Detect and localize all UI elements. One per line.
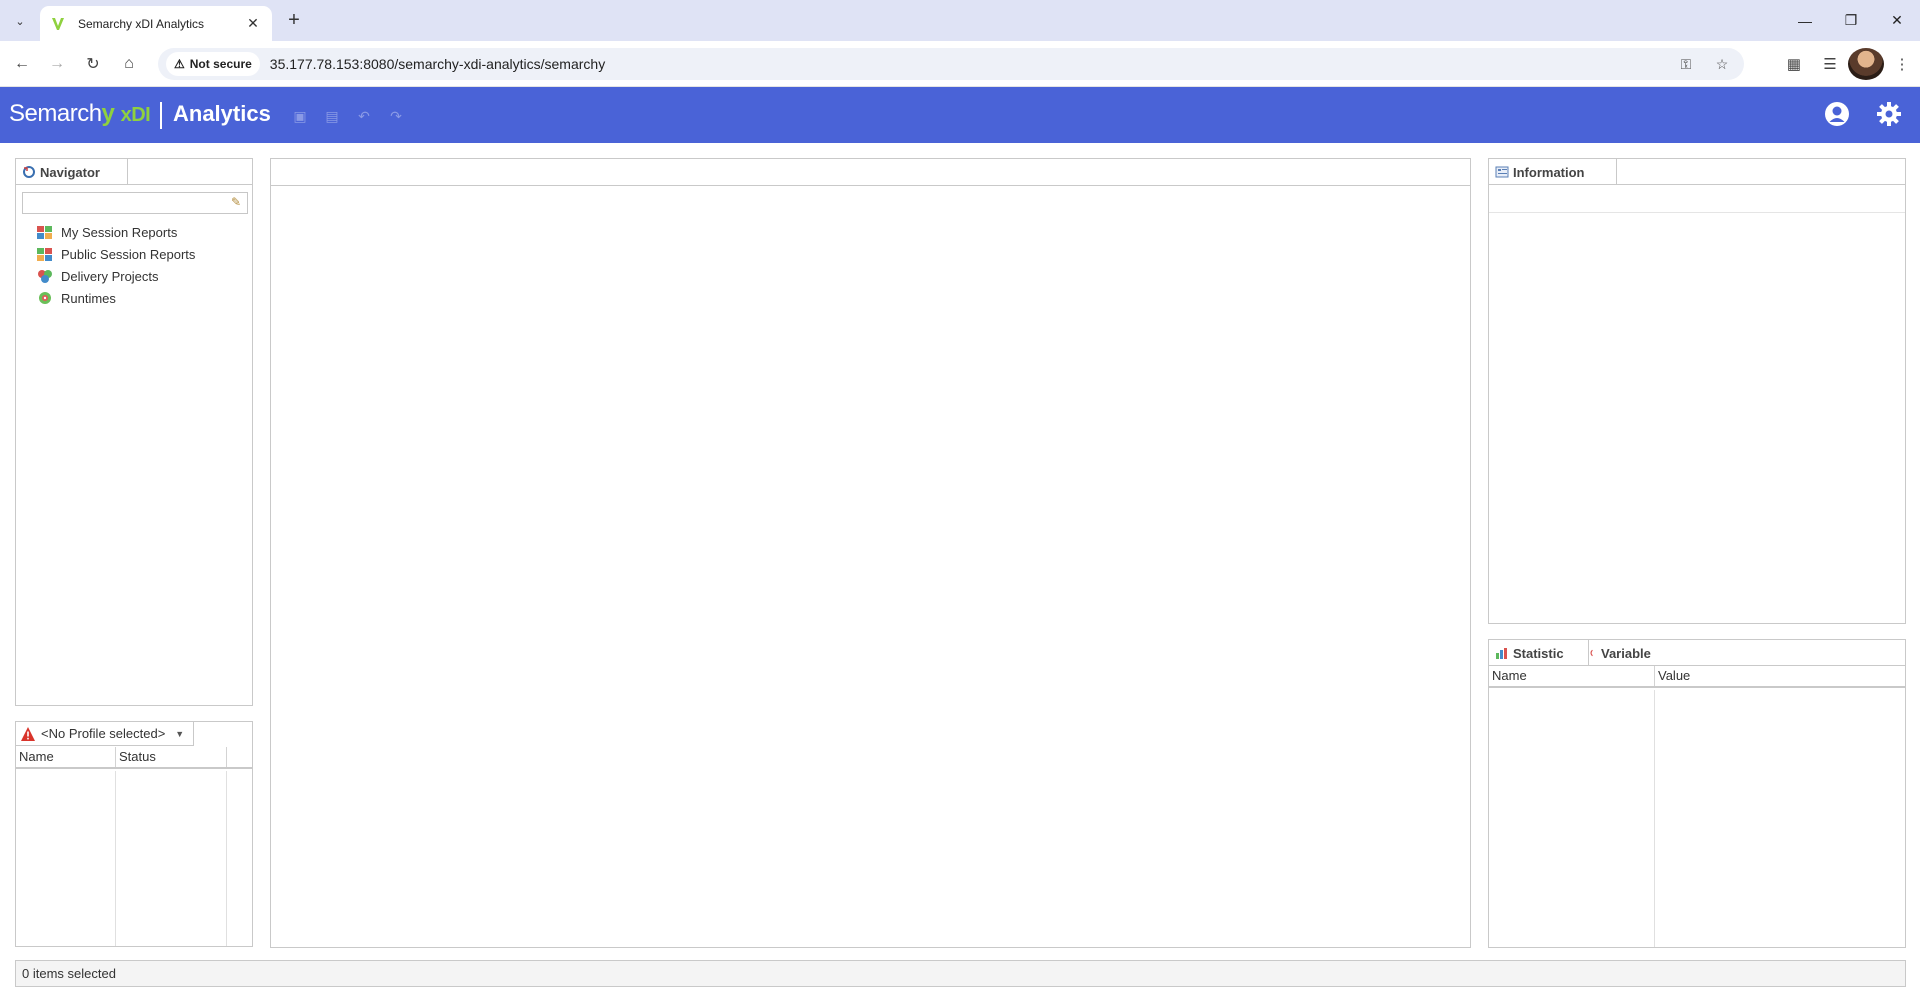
profile-selected-value: <No Profile selected> [41,726,166,741]
tree-item-my-session-reports[interactable]: My Session Reports [36,221,195,243]
back-arrow-icon[interactable]: ← [10,52,34,76]
browser-right-icons: ▦ ☰ ⋮ [1776,48,1920,80]
tab-navigator[interactable]: Navigator [16,159,128,185]
variable-icon [1590,649,1593,657]
app-header: Semarchy xDI Analytics ▣ ▤ ↶ ↷ [0,87,1920,143]
navigator-panel: Navigator ✎ My Session Reports Public Se… [15,158,253,706]
tree-item-label: Public Session Reports [61,246,196,262]
tab-list-chevron-icon[interactable]: ⌄ [9,10,31,32]
browser-menu-icon[interactable]: ⋮ [1884,48,1920,80]
statistic-grid-header: Name Value [1489,666,1905,688]
tab-variable[interactable]: Variable [1589,640,1669,666]
tree-item-delivery-projects[interactable]: Delivery Projects [36,265,195,287]
navigator-search-input[interactable]: ✎ [22,192,248,214]
security-label: Not secure [189,57,252,71]
tab-information[interactable]: Information [1489,159,1617,185]
session-reports-icon [37,226,52,239]
warning-icon [21,726,35,741]
minimize-icon[interactable]: — [1782,0,1828,41]
statistic-tabbar: Statistic Variable [1489,640,1905,666]
logo-xdi: xDI [120,104,151,126]
navigator-tree: My Session Reports Public Session Report… [36,221,195,309]
forward-arrow-icon[interactable]: → [45,52,69,76]
grid-column-divider [1654,690,1655,947]
user-account-icon[interactable] [1822,99,1852,129]
logo-y: y [101,100,115,127]
window-controls: — ❐ ✕ [1782,0,1920,41]
warning-triangle-icon: ⚠ [174,57,185,71]
omnibox-actions: ⚿ ☆ [1674,52,1734,76]
navigator-tab-label: Navigator [40,164,100,180]
editor-panel [270,158,1471,948]
bookmark-star-icon[interactable]: ☆ [1710,52,1734,76]
redo-icon[interactable]: ↷ [387,107,405,125]
home-icon[interactable]: ⌂ [117,52,141,76]
close-tab-icon[interactable]: ✕ [244,15,262,32]
information-header-row [1489,185,1905,213]
save-all-icon[interactable]: ▤ [323,107,341,125]
header-actions [1822,99,1904,129]
semarchy-logo: Semarchy xDI [9,100,151,128]
tree-item-label: My Session Reports [61,224,178,240]
tab-statistic[interactable]: Statistic [1489,640,1589,666]
runtimes-icon [39,292,51,304]
information-tab-label: Information [1513,164,1585,180]
browser-tab-active[interactable]: Semarchy xDI Analytics ✕ [40,6,272,41]
restore-icon[interactable]: ❐ [1828,0,1874,41]
delivery-projects-icon [38,270,52,283]
key-icon[interactable]: ⚿ [1674,52,1698,76]
column-header-extra [227,747,252,767]
browser-tabbar: ⌄ Semarchy xDI Analytics ✕ + — ❐ ✕ [0,0,1920,41]
save-icon[interactable]: ▣ [291,107,309,125]
information-tabbar: Information [1489,159,1905,185]
information-panel: Information [1488,158,1906,624]
tree-item-public-session-reports[interactable]: Public Session Reports [36,243,195,265]
column-header-value[interactable]: Value [1655,666,1905,686]
statistic-bar-chart-icon [1496,648,1507,659]
browser-tab-title: Semarchy xDI Analytics [78,16,205,31]
column-header-name[interactable]: Name [1489,666,1655,686]
dropdown-caret-icon: ▼ [175,728,185,739]
address-bar[interactable]: ⚠ Not secure 35.177.78.153:8080/semarchy… [158,48,1744,80]
column-header-name[interactable]: Name [16,747,116,767]
browser-toolbar: ← → ↻ ⌂ ⚠ Not secure 35.177.78.153:8080/… [0,41,1920,87]
tree-item-label: Runtimes [61,290,116,306]
logo-text: Semarch [9,100,102,127]
statistic-panel: Statistic Variable Name Value [1488,639,1906,948]
tree-item-label: Delivery Projects [61,268,159,284]
url-text[interactable]: 35.177.78.153:8080/semarchy-xdi-analytic… [270,56,605,72]
profile-panel: <No Profile selected> ▼ Name Status [15,721,253,947]
profile-dropdown[interactable]: <No Profile selected> ▼ [16,722,194,746]
new-tab-button[interactable]: + [282,9,306,33]
column-header-status[interactable]: Status [116,747,227,767]
tree-item-runtimes[interactable]: Runtimes [36,287,195,309]
variable-tab-label: Variable [1601,645,1651,661]
logo-divider [160,102,162,129]
navigator-icon [23,166,35,178]
settings-gear-icon[interactable] [1874,99,1904,129]
media-queue-icon[interactable]: ☰ [1812,48,1848,80]
undo-icon[interactable]: ↶ [355,107,373,125]
clear-filter-icon[interactable]: ✎ [228,195,244,211]
close-window-icon[interactable]: ✕ [1874,0,1920,41]
reload-icon[interactable]: ↻ [81,52,105,76]
semarchy-favicon-icon [52,17,64,30]
editor-tabbar [271,159,1470,186]
security-chip[interactable]: ⚠ Not secure [166,52,260,76]
app-title: Analytics [173,101,271,126]
public-reports-icon [37,248,52,261]
information-icon [1495,166,1509,178]
app-toolbar: ▣ ▤ ↶ ↷ [291,107,405,125]
extensions-puzzle-icon[interactable]: ▦ [1776,48,1812,80]
profile-avatar[interactable] [1848,48,1884,80]
avatar-image [1848,48,1884,80]
grid-column-divider [115,771,116,946]
statistic-tab-label: Statistic [1513,645,1564,661]
navigator-tabbar: Navigator [16,159,252,185]
status-bar: 0 items selected [15,960,1906,987]
grid-column-divider [226,771,227,946]
profile-grid-header: Name Status [16,747,252,769]
